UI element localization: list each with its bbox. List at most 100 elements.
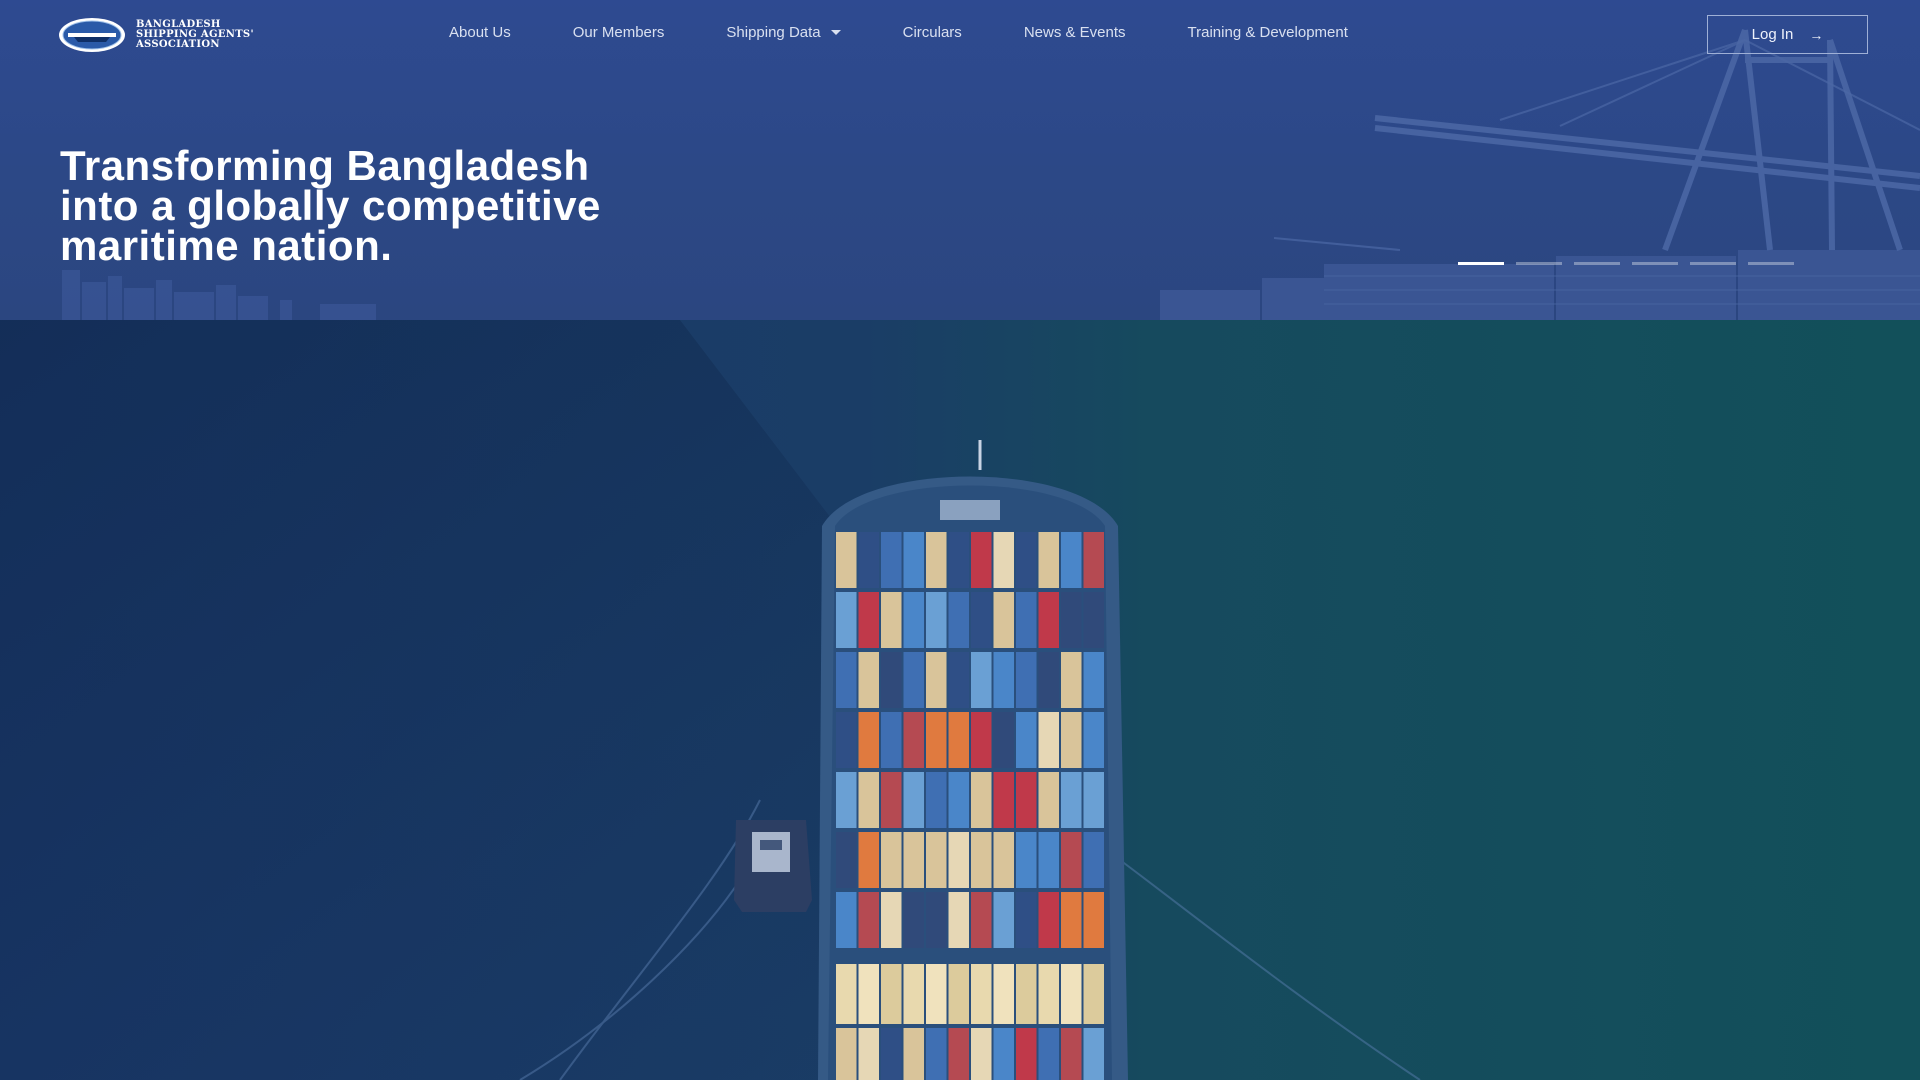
- container-block: [903, 832, 924, 888]
- container-block: [858, 712, 879, 768]
- container-block: [836, 652, 857, 708]
- container-block: [836, 1028, 857, 1080]
- container-block: [948, 772, 969, 828]
- container-block: [1083, 592, 1104, 648]
- container-block: [881, 652, 902, 708]
- container-block: [971, 892, 992, 948]
- nav-circulars[interactable]: Circulars: [903, 24, 962, 41]
- headline-line: maritime nation.: [60, 222, 393, 269]
- container-block: [948, 1028, 969, 1080]
- container-block: [1061, 712, 1082, 768]
- carousel-dot-5[interactable]: [1690, 262, 1736, 265]
- container-block: [1038, 892, 1059, 948]
- container-block: [1016, 532, 1037, 588]
- container-block: [993, 652, 1014, 708]
- container-block: [903, 1028, 924, 1080]
- arrow-right-icon: →: [1809, 26, 1824, 43]
- site-logo[interactable]: BANGLADESH SHIPPING AGENTS' ASSOCIATION: [58, 16, 254, 54]
- container-block: [881, 892, 902, 948]
- container-block: [993, 772, 1014, 828]
- container-block: [926, 892, 947, 948]
- caret-down-icon: [830, 30, 841, 35]
- carousel-dot-6[interactable]: [1748, 262, 1794, 265]
- container-block: [836, 832, 857, 888]
- container-block: [881, 532, 902, 588]
- nav-about-us[interactable]: About Us: [449, 24, 511, 41]
- nav-shipping-data-label: Shipping Data: [726, 24, 821, 41]
- login-label: Log In: [1751, 26, 1794, 43]
- nav-links: About Us Our Members Shipping Data Circu…: [449, 24, 1348, 41]
- container-block: [971, 1028, 992, 1080]
- container-block: [858, 892, 879, 948]
- container-block: [993, 1028, 1014, 1080]
- container-block: [1016, 652, 1037, 708]
- bsaa-emblem-icon: [59, 18, 125, 52]
- container-block: [1016, 832, 1037, 888]
- carousel-dot-4[interactable]: [1632, 262, 1678, 265]
- container-block: [1083, 772, 1104, 828]
- container-block: [836, 772, 857, 828]
- logo-wordmark: BANGLADESH SHIPPING AGENTS' ASSOCIATION: [136, 20, 254, 50]
- container-block: [881, 772, 902, 828]
- container-block: [1038, 1028, 1059, 1080]
- container-block: [993, 532, 1014, 588]
- container-block: [836, 892, 857, 948]
- carousel-dot-1[interactable]: [1458, 262, 1504, 265]
- ship-illustration: [0, 320, 1920, 1080]
- tug-boat: [734, 820, 812, 912]
- container-block: [1038, 712, 1059, 768]
- logo-line: ASSOCIATION: [136, 39, 220, 50]
- container-block: [1016, 712, 1037, 768]
- container-block: [858, 652, 879, 708]
- container-block: [926, 772, 947, 828]
- container-block: [993, 712, 1014, 768]
- container-block: [1016, 1028, 1037, 1080]
- container-block: [993, 964, 1014, 1024]
- login-button[interactable]: Log In →: [1707, 15, 1868, 54]
- container-block: [1016, 592, 1037, 648]
- container-block: [1038, 772, 1059, 828]
- container-block: [1016, 892, 1037, 948]
- container-block: [948, 712, 969, 768]
- container-block: [1083, 964, 1104, 1024]
- container-block: [1061, 964, 1082, 1024]
- container-block: [1061, 1028, 1082, 1080]
- carousel-dot-3[interactable]: [1574, 262, 1620, 265]
- container-block: [903, 964, 924, 1024]
- carousel-dot-2[interactable]: [1516, 262, 1562, 265]
- container-block: [903, 592, 924, 648]
- container-block: [948, 652, 969, 708]
- headline-line: into a globally competitive: [60, 182, 601, 229]
- nav-our-members[interactable]: Our Members: [573, 24, 665, 41]
- container-block: [1061, 892, 1082, 948]
- container-block: [971, 772, 992, 828]
- container-block: [903, 652, 924, 708]
- container-block: [858, 1028, 879, 1080]
- container-block: [836, 532, 857, 588]
- nav-shipping-data-dropdown[interactable]: Shipping Data: [726, 24, 841, 41]
- main-navigation: BANGLADESH SHIPPING AGENTS' ASSOCIATION …: [0, 0, 1920, 70]
- container-block: [858, 964, 879, 1024]
- container-block: [836, 592, 857, 648]
- container-block: [1061, 652, 1082, 708]
- nav-news-events[interactable]: News & Events: [1024, 24, 1126, 41]
- container-block: [881, 1028, 902, 1080]
- container-block: [1061, 772, 1082, 828]
- container-block: [926, 712, 947, 768]
- container-block: [858, 592, 879, 648]
- container-ship-aerial-photo: [0, 320, 1920, 1080]
- container-block: [1016, 772, 1037, 828]
- nav-training-development[interactable]: Training & Development: [1188, 24, 1348, 41]
- container-block: [881, 592, 902, 648]
- container-block: [993, 832, 1014, 888]
- container-block: [858, 832, 879, 888]
- container-block: [926, 532, 947, 588]
- container-block: [1016, 964, 1037, 1024]
- container-block: [1061, 532, 1082, 588]
- container-block: [903, 892, 924, 948]
- headline-line: Transforming Bangladesh: [60, 142, 590, 189]
- container-block: [971, 712, 992, 768]
- hero-headline: Transforming Bangladesh into a globally …: [60, 142, 960, 269]
- container-block: [926, 964, 947, 1024]
- container-block: [881, 712, 902, 768]
